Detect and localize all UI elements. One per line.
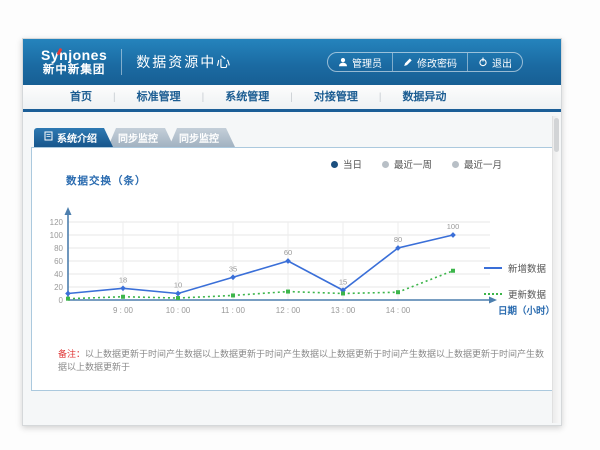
svg-text:60: 60 bbox=[284, 248, 292, 257]
chart-area: 数据交换（条） 0 20 40 60 80 100 120 9 : 00 10 : 00 11 :… bbox=[38, 173, 552, 333]
filter-label: 最近一周 bbox=[394, 157, 432, 171]
chart-y-axis-title: 数据交换（条） bbox=[66, 173, 552, 188]
svg-text:80: 80 bbox=[54, 244, 63, 253]
logo-company-name: 新中新集团 bbox=[41, 64, 107, 77]
svg-text:14 : 00: 14 : 00 bbox=[386, 306, 411, 315]
nav-item-data-change[interactable]: 数据异动 bbox=[381, 85, 467, 109]
vertical-scrollbar[interactable] bbox=[552, 116, 560, 423]
edit-icon bbox=[403, 57, 413, 67]
svg-text:18: 18 bbox=[119, 275, 127, 284]
app-window: Synjones 新中新集团 数据资源中心 管理员 修改密码 bbox=[22, 38, 562, 426]
svg-text:80: 80 bbox=[394, 235, 402, 244]
time-range-filters: 当日 最近一周 最近一月 bbox=[32, 148, 552, 171]
panel-body: 当日 最近一周 最近一月 数据交换（条） 0 20 40 60 80 100 120 9 : … bbox=[31, 147, 553, 391]
note-prefix: 备注： bbox=[58, 349, 85, 359]
radio-icon bbox=[382, 161, 389, 168]
logo-wordmark: Synjones bbox=[41, 48, 107, 63]
main-nav: 首页 | 标准管理 | 系统管理 | 对接管理 | 数据异动 bbox=[23, 85, 561, 112]
chart-legend: 新增数据 更新数据 bbox=[484, 261, 546, 301]
document-icon bbox=[44, 131, 53, 144]
svg-text:100: 100 bbox=[50, 231, 64, 240]
user-button[interactable]: 管理员 bbox=[328, 53, 392, 71]
nav-item-home[interactable]: 首页 bbox=[49, 85, 113, 109]
svg-text:120: 120 bbox=[50, 218, 64, 227]
svg-text:60: 60 bbox=[54, 257, 63, 266]
radio-icon bbox=[331, 161, 338, 168]
nav-item-interface-management[interactable]: 对接管理 bbox=[293, 85, 379, 109]
header-divider bbox=[121, 49, 122, 75]
tab-sync-monitor-1[interactable]: 同步监控 bbox=[108, 128, 174, 147]
radio-icon bbox=[452, 161, 459, 168]
page-title: 数据资源中心 bbox=[136, 52, 232, 72]
legend-label: 新增数据 bbox=[508, 261, 546, 275]
tab-label: 同步监控 bbox=[118, 130, 158, 145]
change-password-label: 修改密码 bbox=[417, 55, 457, 70]
header: Synjones 新中新集团 数据资源中心 管理员 修改密码 bbox=[23, 39, 561, 85]
scrollbar-thumb[interactable] bbox=[554, 118, 559, 152]
logo[interactable]: Synjones 新中新集团 bbox=[41, 47, 107, 77]
line-chart-svg: 0 20 40 60 80 100 120 9 : 00 10 : 00 11 : 00 12 : … bbox=[38, 188, 554, 328]
svg-text:10: 10 bbox=[174, 281, 182, 290]
nav-item-system-management[interactable]: 系统管理 bbox=[204, 85, 290, 109]
svg-text:35: 35 bbox=[229, 264, 237, 273]
note-text: 以上数据更新于时间产生数据以上数据更新于时间产生数据以上数据更新于时间产生数据以… bbox=[58, 349, 544, 372]
tab-system-intro[interactable]: 系统介绍 bbox=[34, 128, 113, 147]
legend-item-updated-data: 更新数据 bbox=[484, 287, 546, 301]
footer-note: 备注：以上数据更新于时间产生数据以上数据更新于时间产生数据以上数据更新于时间产生… bbox=[58, 347, 552, 373]
svg-text:10 : 00: 10 : 00 bbox=[166, 306, 191, 315]
tab-label: 同步监控 bbox=[179, 130, 219, 145]
svg-text:15: 15 bbox=[339, 277, 347, 286]
content-panel: 系统介绍 同步监控 同步监控 当日 最近一周 bbox=[31, 128, 553, 391]
svg-text:日期（小时）: 日期（小时） bbox=[498, 305, 554, 317]
legend-label: 更新数据 bbox=[508, 287, 546, 301]
user-icon bbox=[338, 57, 348, 67]
filter-today[interactable]: 当日 bbox=[331, 157, 362, 171]
svg-text:13 : 00: 13 : 00 bbox=[331, 306, 356, 315]
svg-text:100: 100 bbox=[447, 222, 460, 231]
power-icon bbox=[478, 57, 488, 67]
legend-line-sample bbox=[484, 267, 502, 269]
logout-button[interactable]: 退出 bbox=[467, 53, 522, 71]
tab-bar: 系统介绍 同步监控 同步监控 bbox=[31, 128, 553, 147]
change-password-button[interactable]: 修改密码 bbox=[392, 53, 467, 71]
svg-text:20: 20 bbox=[54, 283, 63, 292]
filter-last-month[interactable]: 最近一月 bbox=[452, 157, 502, 171]
legend-item-new-data: 新增数据 bbox=[484, 261, 546, 275]
logout-label: 退出 bbox=[492, 55, 512, 70]
user-button-label: 管理员 bbox=[352, 55, 382, 70]
tab-sync-monitor-2[interactable]: 同步监控 bbox=[169, 128, 235, 147]
svg-text:12 : 00: 12 : 00 bbox=[276, 306, 301, 315]
filter-last-week[interactable]: 最近一周 bbox=[382, 157, 432, 171]
tab-label: 系统介绍 bbox=[57, 130, 97, 145]
nav-item-standard-management[interactable]: 标准管理 bbox=[116, 85, 202, 109]
svg-text:40: 40 bbox=[54, 270, 63, 279]
filter-label: 最近一月 bbox=[464, 157, 502, 171]
header-actions: 管理员 修改密码 退出 bbox=[327, 52, 523, 72]
svg-text:11 : 00: 11 : 00 bbox=[221, 306, 245, 315]
svg-text:0: 0 bbox=[59, 296, 64, 305]
svg-text:9 : 00: 9 : 00 bbox=[113, 306, 134, 315]
filter-label: 当日 bbox=[343, 157, 362, 171]
legend-line-sample bbox=[484, 293, 502, 295]
